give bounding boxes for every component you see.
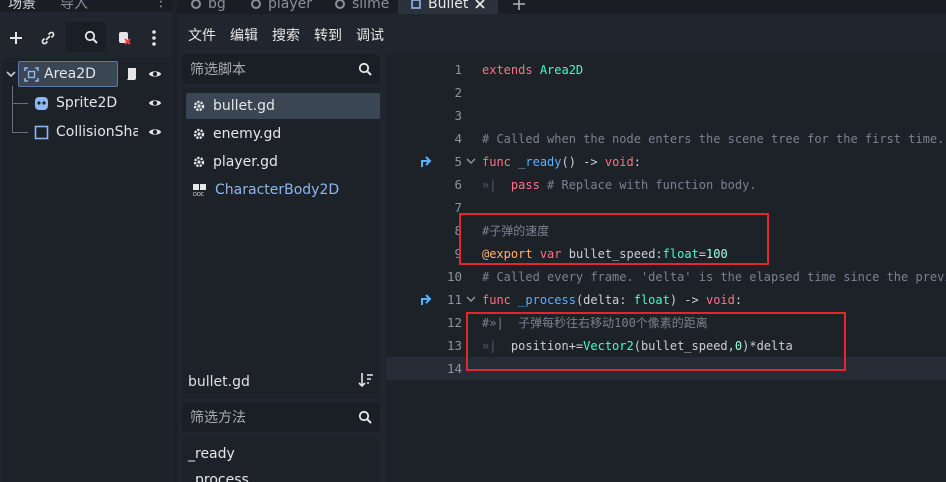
area2d-icon: [24, 66, 39, 82]
add-node-button[interactable]: [4, 20, 28, 56]
visibility-eye-icon[interactable]: [148, 67, 162, 81]
menu-edit[interactable]: 编辑: [230, 25, 258, 45]
plus-icon: [513, 0, 525, 10]
gear-icon: [335, 0, 345, 9]
code-line[interactable]: 4 # Called when the node enters the scene…: [386, 127, 946, 150]
line-number: 3: [454, 108, 462, 123]
gear-icon: [251, 0, 261, 9]
code-editor[interactable]: 1 extends Area2D 2 3 4 # Called when the node…: [386, 54, 946, 482]
tree-guide-line: [12, 132, 28, 133]
scene-tab-player[interactable]: player: [250, 0, 312, 14]
menu-debug[interactable]: 调试: [356, 25, 384, 45]
code-text: func _process(delta: float) -> void:: [482, 292, 743, 307]
line-number: 10: [446, 269, 462, 284]
scene-dock-tabs: 场景 导入 ⋮: [0, 0, 172, 12]
line-number: 4: [454, 131, 462, 146]
detach-script-icon[interactable]: [112, 20, 136, 56]
line-number: 8: [454, 223, 462, 238]
line-number: 2: [454, 85, 462, 100]
tab-import[interactable]: 导入: [60, 0, 88, 12]
line-number: 6: [454, 177, 462, 192]
script-list: bullet.gd enemy.gd player.gd DOC Charact…: [182, 88, 380, 388]
tree-node-area2d[interactable]: Area2D: [2, 60, 170, 88]
filter-scripts-input[interactable]: 筛选脚本: [182, 54, 380, 84]
sprite2d-icon: [35, 96, 48, 110]
sort-icon[interactable]: [358, 372, 374, 388]
visibility-eye-icon[interactable]: [148, 96, 162, 110]
script-item-enemy[interactable]: enemy.gd: [186, 121, 380, 147]
code-text: # Called when the node enters the scene …: [482, 131, 945, 146]
scene-search-box[interactable]: [66, 22, 106, 52]
script-icon[interactable]: [124, 66, 138, 82]
script-item-characterbody2d-doc[interactable]: DOC CharacterBody2D: [186, 177, 380, 203]
line-number: 13: [446, 338, 462, 353]
code-line[interactable]: 11 func _process(delta: float) -> void:: [386, 288, 946, 311]
close-icon[interactable]: [474, 0, 486, 10]
search-icon: [84, 30, 98, 44]
gear-icon: [191, 0, 201, 9]
visibility-eye-icon[interactable]: [148, 125, 162, 139]
method-list: _ready _process: [182, 438, 380, 482]
collision-shape-icon: [34, 125, 49, 139]
code-line[interactable]: 6 »| pass # Replace with function body.: [386, 173, 946, 196]
line-number: 1: [454, 62, 462, 77]
chevron-down-icon[interactable]: [6, 69, 16, 79]
scene-tabs-bar: bg player slime Bullet: [178, 0, 946, 14]
link-icon[interactable]: [36, 20, 60, 56]
current-script-name: bullet.gd: [182, 366, 380, 398]
scene-tab-bullet[interactable]: Bullet: [398, 0, 499, 14]
doc-icon: DOC: [193, 184, 206, 197]
menu-file[interactable]: 文件: [188, 25, 216, 45]
annotation-box: [466, 312, 846, 371]
scene-dock: 场景 导入 ⋮ Area2D Sprite2D CollisionSha: [0, 0, 172, 482]
code-line[interactable]: 10 # Called every frame. 'delta' is the e…: [386, 265, 946, 288]
dock-menu-icon[interactable]: ⋮: [154, 0, 168, 10]
code-line[interactable]: 3: [386, 104, 946, 127]
gear-icon: [193, 128, 205, 140]
line-number: 7: [454, 200, 462, 215]
node-label: Sprite2D: [56, 95, 118, 111]
code-text: »| pass # Replace with function body.: [482, 177, 757, 192]
script-item-player[interactable]: player.gd: [186, 149, 380, 175]
new-scene-tab-button[interactable]: [512, 0, 526, 14]
tree-guide-line: [12, 103, 28, 104]
code-line[interactable]: 5 func _ready() -> void:: [386, 150, 946, 173]
script-item-bullet[interactable]: bullet.gd: [186, 93, 380, 119]
svg-text:DOC: DOC: [193, 192, 205, 197]
tree-guide-line: [12, 86, 13, 132]
node-label: CollisionSha: [56, 124, 138, 140]
menu-goto[interactable]: 转到: [314, 25, 342, 45]
more-options-icon[interactable]: [144, 20, 164, 56]
script-list-panel: 筛选脚本 bullet.gd enemy.gd player.gd DOC Ch…: [180, 54, 380, 482]
scene-tab-slime[interactable]: slime: [334, 0, 389, 14]
code-line[interactable]: 2: [386, 81, 946, 104]
method-item-ready[interactable]: _ready: [188, 446, 235, 462]
area2d-icon: [411, 0, 421, 9]
method-item-process[interactable]: _process: [188, 472, 249, 482]
code-text: extends Area2D: [482, 62, 584, 77]
fold-chevron-icon[interactable]: [466, 156, 476, 166]
script-menu-bar: 文件 编辑 搜索 转到 调试: [178, 20, 946, 50]
menu-search[interactable]: 搜索: [272, 25, 300, 45]
scene-tab-bg[interactable]: bg: [190, 0, 226, 14]
search-icon: [358, 62, 372, 76]
scene-tree: Area2D Sprite2D CollisionSha: [2, 58, 170, 482]
code-line[interactable]: 1 extends Area2D: [386, 58, 946, 81]
fold-chevron-icon[interactable]: [466, 294, 476, 304]
gear-icon: [193, 100, 205, 112]
line-number: 14: [446, 361, 462, 376]
code-text: # Called every frame. 'delta' is the ela…: [482, 269, 946, 284]
search-icon: [358, 410, 372, 424]
tab-scene[interactable]: 场景: [8, 0, 36, 12]
line-number: 9: [454, 246, 462, 261]
line-number: 12: [446, 315, 462, 330]
annotation-box: [459, 213, 769, 265]
override-arrow-icon[interactable]: [420, 292, 434, 306]
code-text: func _ready() -> void:: [482, 154, 641, 169]
filter-methods-input[interactable]: 筛选方法: [182, 402, 380, 432]
override-arrow-icon[interactable]: [420, 154, 434, 168]
gear-icon: [193, 156, 205, 168]
node-label: Area2D: [44, 66, 96, 82]
